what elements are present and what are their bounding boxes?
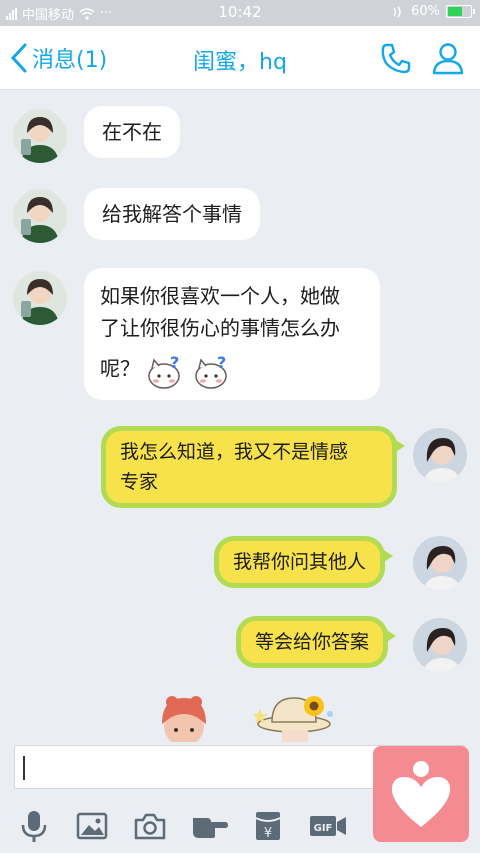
camera-icon <box>134 813 166 840</box>
status-bar: 中国移动 ··· 10:42 60% <box>0 0 480 26</box>
my-avatar[interactable] <box>413 428 467 482</box>
battery-icon <box>446 5 475 18</box>
back-button[interactable]: 消息(1) <box>10 40 107 76</box>
my-avatar[interactable] <box>413 618 467 672</box>
message-text: 在不在 <box>102 120 162 144</box>
nfc-icon <box>393 6 401 17</box>
image-button[interactable] <box>72 808 112 844</box>
confused-cat-emoji-icon: ? <box>194 353 227 389</box>
my-avatar[interactable] <box>413 536 467 590</box>
cartoon-girl-sticker-icon[interactable] <box>158 692 210 742</box>
message-bubble-incoming[interactable]: 如果你很喜欢一个人，她做 了让你很伤心的事情怎么办 呢？ ? ? <box>84 268 380 400</box>
message-text-line: 呢？ <box>100 356 140 381</box>
voice-button[interactable] <box>14 808 54 844</box>
sunflower-hat-girl-sticker-icon[interactable] <box>254 686 350 742</box>
message-text: 给我解答个事情 <box>102 202 242 226</box>
message-text-line: 我怎么知道，我又不是情感 <box>120 441 349 463</box>
battery-fill <box>448 7 463 16</box>
title-bar: 消息(1) 闺蜜，hq <box>0 26 480 90</box>
person-icon <box>432 43 464 75</box>
message-bubble-incoming[interactable]: 给我解答个事情 <box>84 188 260 240</box>
text-caret <box>23 756 25 780</box>
status-right: 60% <box>391 4 475 19</box>
red-packet-button[interactable]: ¥ <box>248 808 288 844</box>
message-list[interactable]: 在不在 给我解答个事情 如果你很喜欢一个人，她做 了让你很伤心的事情怎么办 呢？… <box>0 90 480 742</box>
message-text: 等会给你答案 <box>255 631 370 653</box>
message-text: 我帮你问其他人 <box>233 551 367 573</box>
message-bubble-incoming[interactable]: 在不在 <box>84 106 180 158</box>
gif-icon: GIF <box>310 816 346 836</box>
svg-text:¥: ¥ <box>264 826 272 841</box>
camera-button[interactable] <box>130 808 170 844</box>
svg-text:GIF: GIF <box>314 823 333 834</box>
contact-avatar[interactable] <box>13 271 67 325</box>
battery-percent: 60% <box>411 4 440 19</box>
chat-title: 闺蜜，hq <box>193 50 287 75</box>
svg-text:?: ? <box>217 353 226 372</box>
message-bubble-outgoing[interactable]: 我帮你问其他人 <box>214 536 394 588</box>
message-text-line: 专家 <box>120 471 159 493</box>
microphone-icon <box>21 811 47 842</box>
svg-text:?: ? <box>170 353 179 372</box>
message-bubble-outgoing[interactable]: 我怎么知道，我又不是情感 专家 <box>101 426 405 508</box>
chevron-left-icon <box>10 43 27 73</box>
message-bubble-outgoing[interactable]: 等会给你答案 <box>236 616 397 668</box>
floating-heart-button[interactable] <box>373 746 469 842</box>
heart-icon <box>391 761 451 827</box>
phone-icon <box>381 43 411 74</box>
red-packet-icon: ¥ <box>255 812 281 841</box>
message-text-line: 如果你很喜欢一个人，她做 <box>100 284 340 308</box>
message-text-line: 了让你很伤心的事情怎么办 <box>100 316 340 340</box>
profile-button[interactable] <box>430 40 466 76</box>
contact-avatar[interactable] <box>13 109 67 163</box>
poke-hand-icon <box>193 818 228 838</box>
phone-call-button[interactable] <box>378 40 414 76</box>
poke-button[interactable] <box>190 808 230 844</box>
image-icon <box>76 812 108 840</box>
contact-avatar[interactable] <box>13 189 67 243</box>
back-label: 消息(1) <box>32 48 108 73</box>
gif-button[interactable]: GIF <box>308 808 348 844</box>
confused-cat-emoji-icon: ? <box>148 353 181 389</box>
